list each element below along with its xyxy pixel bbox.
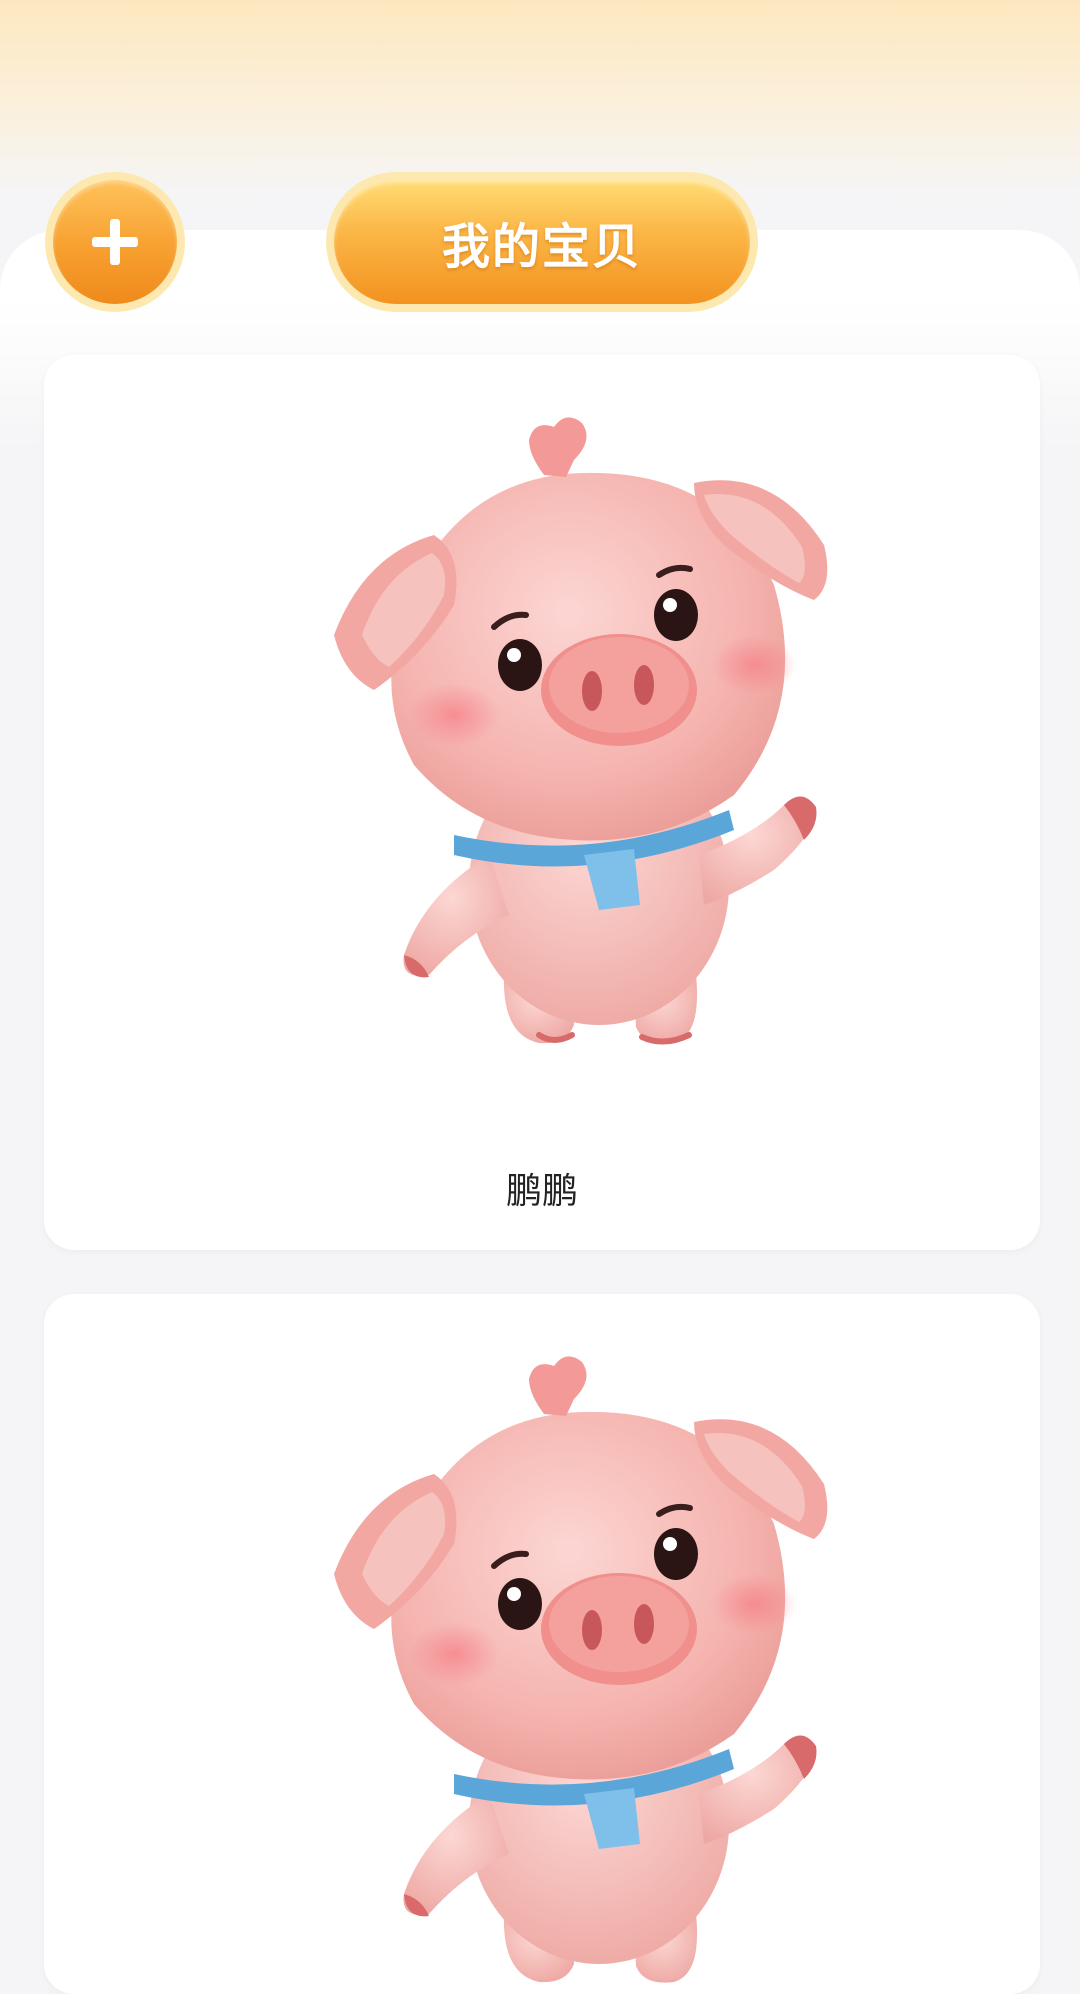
pet-name: 鹏鹏 <box>505 1171 578 1212</box>
pig-avatar-icon <box>334 417 828 1045</box>
pet-card[interactable]: 鹏鹏 <box>44 355 1040 1250</box>
add-button-face <box>53 180 177 304</box>
add-pet-button[interactable] <box>45 172 185 312</box>
page-title: 我的宝贝 <box>441 219 642 275</box>
page-title-face: 我的宝贝 <box>334 180 750 304</box>
pet-card[interactable] <box>44 1294 1040 1994</box>
page-title-badge: 我的宝贝 <box>326 172 758 312</box>
header-background <box>0 0 1080 200</box>
plus-icon <box>92 219 138 265</box>
pig-avatar-icon <box>334 1356 828 1983</box>
